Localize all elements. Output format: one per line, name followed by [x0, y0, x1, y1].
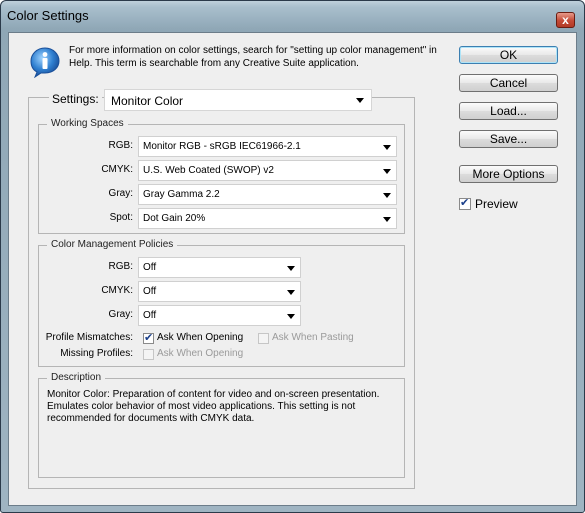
profile-mismatches-label: Profile Mismatches:	[45, 332, 133, 343]
settings-dropdown[interactable]: Monitor Color	[104, 89, 372, 111]
working-spaces-legend: Working Spaces	[47, 118, 128, 129]
ws-rgb-value: Monitor RGB - sRGB IEC61966-2.1	[143, 141, 301, 152]
ws-cmyk-value: U.S. Web Coated (SWOP) v2	[143, 165, 274, 176]
info-icon	[30, 47, 60, 78]
ok-button[interactable]: OK	[459, 46, 558, 64]
close-button[interactable]: x	[556, 12, 575, 28]
chevron-down-icon	[383, 217, 391, 222]
policy-cmyk-label: CMYK:	[101, 285, 133, 296]
ask-when-opening-checkbox[interactable]	[143, 331, 154, 344]
policy-rgb-value: Off	[143, 262, 157, 273]
ask-when-pasting-checkbox[interactable]	[258, 333, 269, 344]
ask-when-pasting-label[interactable]: Ask When Pasting	[272, 332, 354, 343]
chevron-down-icon	[383, 169, 391, 174]
settings-value: Monitor Color	[111, 94, 184, 108]
policy-cmyk-value: Off	[143, 286, 157, 297]
dialog-body: For more information on color settings, …	[8, 32, 577, 506]
cancel-button[interactable]: Cancel	[459, 74, 558, 92]
ws-spot-dropdown[interactable]: Dot Gain 20%	[138, 208, 397, 229]
ws-spot-label: Spot:	[109, 212, 133, 223]
policies-legend: Color Management Policies	[47, 239, 178, 250]
chevron-down-icon	[356, 98, 364, 103]
description-text: Monitor Color: Preparation of content fo…	[47, 389, 380, 424]
ws-cmyk-dropdown[interactable]: U.S. Web Coated (SWOP) v2	[138, 160, 397, 181]
ask-when-opening-label[interactable]: Ask When Opening	[157, 332, 243, 343]
save-button[interactable]: Save...	[459, 130, 558, 148]
info-message: For more information on color settings, …	[69, 45, 437, 69]
color-settings-dialog: Color Settings x For more information on…	[0, 0, 585, 513]
window-title: Color Settings	[7, 8, 89, 23]
more-options-button[interactable]: More Options	[459, 165, 558, 183]
chevron-down-icon	[383, 145, 391, 150]
close-icon: x	[562, 13, 569, 27]
policy-cmyk-dropdown[interactable]: Off	[138, 281, 301, 302]
ws-rgb-label: RGB:	[108, 140, 133, 151]
policy-gray-label: Gray:	[108, 309, 133, 320]
policy-gray-value: Off	[143, 310, 157, 321]
ws-spot-value: Dot Gain 20%	[143, 213, 206, 224]
missing-ask-when-opening-label[interactable]: Ask When Opening	[157, 348, 243, 359]
chevron-down-icon	[287, 266, 295, 271]
preview-checkbox[interactable]	[459, 196, 471, 210]
policy-rgb-label: RGB:	[108, 261, 133, 272]
missing-profiles-label: Missing Profiles:	[60, 348, 133, 359]
chevron-down-icon	[287, 290, 295, 295]
missing-ask-when-opening-checkbox[interactable]	[143, 349, 154, 360]
chevron-down-icon	[383, 193, 391, 198]
ws-gray-dropdown[interactable]: Gray Gamma 2.2	[138, 184, 397, 205]
ws-cmyk-label: CMYK:	[101, 164, 133, 175]
settings-label: Settings:	[49, 92, 102, 106]
title-bar[interactable]: Color Settings x	[1, 1, 584, 32]
ws-gray-label: Gray:	[108, 188, 133, 199]
description-legend: Description	[47, 372, 106, 383]
policy-rgb-dropdown[interactable]: Off	[138, 257, 301, 278]
chevron-down-icon	[287, 314, 295, 319]
ws-gray-value: Gray Gamma 2.2	[143, 189, 220, 200]
policy-gray-dropdown[interactable]: Off	[138, 305, 301, 326]
preview-label[interactable]: Preview	[475, 197, 518, 211]
load-button[interactable]: Load...	[459, 102, 558, 120]
ws-rgb-dropdown[interactable]: Monitor RGB - sRGB IEC61966-2.1	[138, 136, 397, 157]
